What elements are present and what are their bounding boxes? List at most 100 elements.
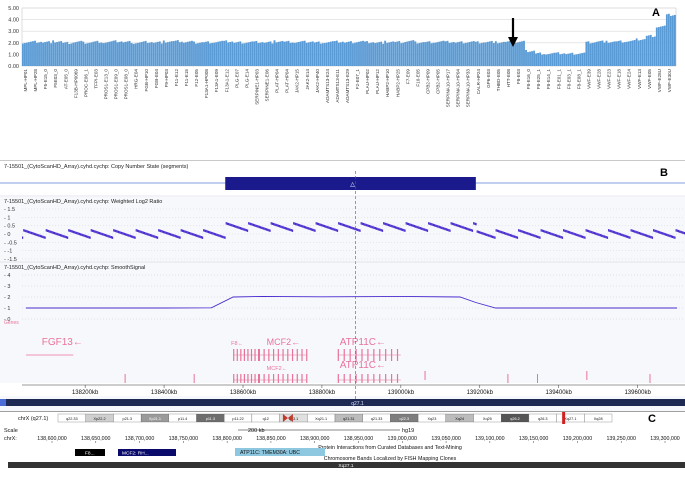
log2-probe (658, 231, 661, 234)
y-tick-label: 2.00 (8, 41, 19, 47)
log2-probe (451, 222, 453, 225)
log2-probe (347, 225, 349, 228)
log2-probe (656, 230, 658, 233)
bar (474, 41, 477, 66)
log2-probe (403, 229, 405, 232)
log2-probe (183, 229, 185, 233)
gene-small-mark (537, 374, 539, 383)
gene-exon (250, 349, 253, 361)
bar (508, 40, 511, 66)
log2-probe (158, 229, 160, 232)
log2-probe (490, 235, 493, 238)
bar (136, 42, 139, 66)
bar (187, 41, 189, 66)
log2-probe (223, 236, 225, 239)
log2-probe (80, 233, 82, 236)
bar (120, 41, 123, 66)
log2-probe (201, 236, 204, 239)
log2-probe (616, 231, 618, 235)
gene-small-mark (649, 374, 651, 383)
log2-probe (353, 227, 355, 230)
log2-probe (437, 225, 439, 228)
log2-probe (630, 229, 632, 232)
log2-probe (207, 230, 210, 234)
ideogram-band-label: q22.33 (66, 417, 78, 421)
log2-probe (488, 234, 490, 237)
log2-probe (274, 223, 276, 226)
x-tick-label: SERPINA10-HP33 (466, 69, 471, 108)
log2-probe (122, 232, 124, 235)
x-tick-label: SERPINA10-HP04 (456, 69, 461, 108)
log2-probe (360, 222, 362, 225)
log2-probe (50, 230, 52, 234)
log2-probe (283, 226, 285, 230)
gene-small-mark (124, 374, 126, 383)
log2-probe (460, 225, 462, 228)
ideogram-band-label: q21.31 (343, 417, 355, 421)
bar (307, 42, 310, 66)
gene-small-mark (507, 374, 509, 383)
bar (184, 42, 187, 66)
chromosome-label: chrX (q27.1) (18, 416, 48, 422)
log2-probe (139, 230, 141, 233)
log2-probe (232, 224, 234, 227)
bar (537, 53, 540, 66)
log2-probe (675, 229, 677, 232)
log2-probe (663, 232, 665, 236)
bar (201, 42, 203, 66)
log2-probe (477, 230, 480, 234)
log2-probe (55, 232, 57, 235)
bar (166, 42, 169, 66)
log2-probe (172, 234, 174, 237)
bar (603, 42, 606, 66)
bar (567, 53, 570, 66)
log2-probe (566, 230, 568, 233)
log2-y-tick: - 0.5 (4, 224, 15, 230)
log2-probe (655, 229, 657, 233)
bar (114, 40, 117, 66)
x-tick-label: GP6-E03 (486, 69, 491, 88)
log2-probe (236, 225, 238, 229)
log2-probe (651, 236, 654, 239)
log2-probe (585, 229, 587, 232)
bar (182, 42, 185, 66)
log2-probe (666, 233, 668, 237)
log2-probe (610, 229, 612, 233)
log2-probe (263, 227, 265, 230)
log2-probe (598, 233, 600, 237)
gene-label-fgf13: FGF13← (42, 337, 83, 348)
log2-probe (120, 231, 122, 234)
log2-probe (146, 232, 148, 236)
bar (472, 41, 475, 66)
bar (144, 40, 147, 66)
log2-probe (554, 234, 556, 237)
log2-probe (214, 233, 217, 236)
bar (116, 42, 119, 66)
log2-probe (422, 227, 424, 231)
log2-probe (550, 232, 552, 235)
log2-probe (364, 223, 366, 226)
log2-probe (596, 232, 598, 236)
log2-probe (229, 223, 231, 226)
log2-probe (351, 226, 353, 230)
x-tick-label: 139200kb (467, 390, 494, 396)
log2-probe (636, 231, 638, 234)
log2-probe (194, 234, 197, 237)
bar (380, 41, 383, 66)
x-tick-label: F9-HP03 (164, 69, 169, 88)
bar (48, 41, 51, 66)
log2-probe (626, 235, 629, 239)
bar (251, 41, 254, 66)
gene-label-mcf2-b: MCF2← (267, 366, 287, 372)
log2-probe (254, 224, 256, 227)
log2-probe (72, 230, 75, 234)
log2-probe (222, 235, 224, 239)
log2-probe (95, 230, 97, 234)
log2-probe (452, 222, 455, 226)
bar (354, 42, 356, 66)
bar (623, 42, 626, 66)
log2-probe (404, 229, 406, 232)
log2-probe (197, 234, 199, 238)
log2-probe (546, 231, 548, 234)
x-tick-label: F8-E03 (516, 69, 521, 85)
